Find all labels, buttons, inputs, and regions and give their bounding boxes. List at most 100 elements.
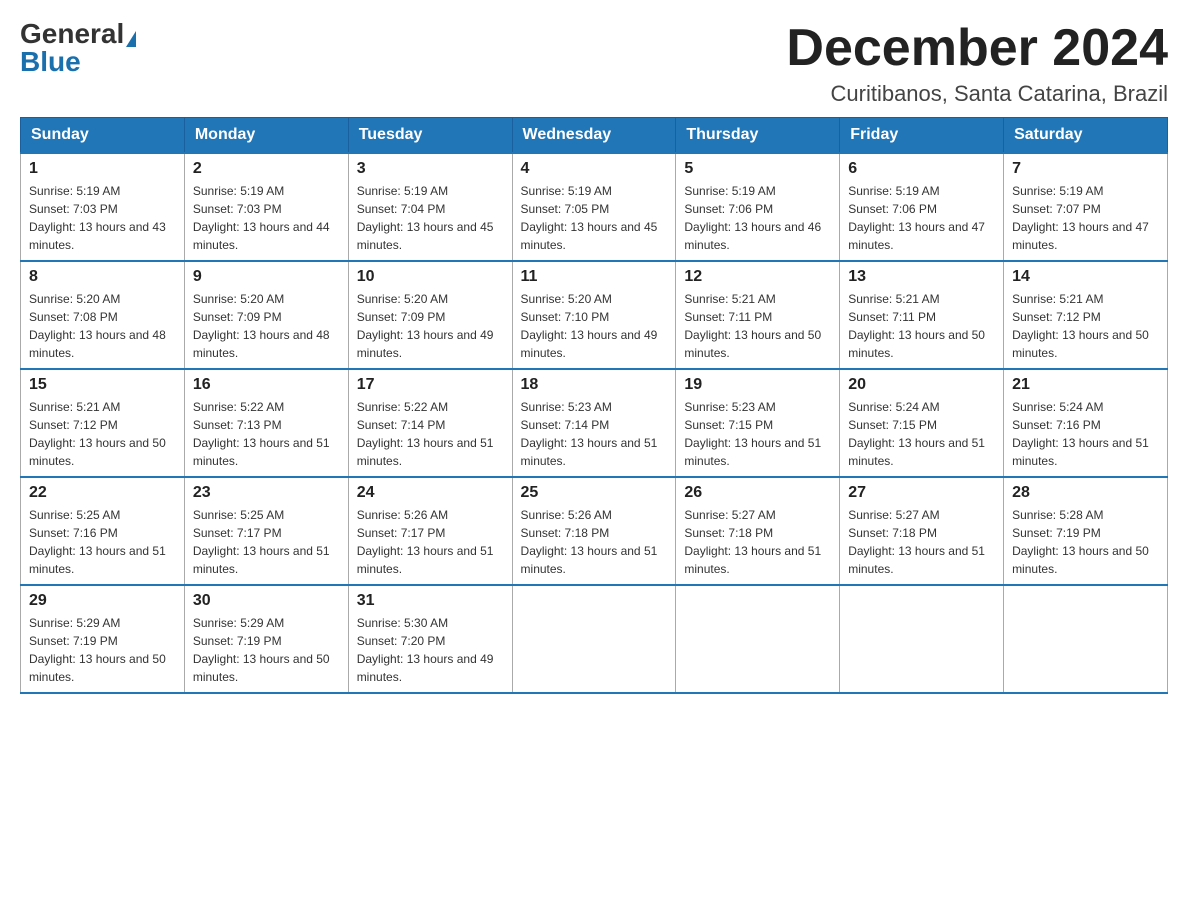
day-number: 12	[684, 268, 831, 286]
day-number: 14	[1012, 268, 1159, 286]
day-info: Sunrise: 5:19 AM Sunset: 7:06 PM Dayligh…	[848, 182, 995, 254]
day-number: 7	[1012, 160, 1159, 178]
day-number: 19	[684, 376, 831, 394]
week-row-1: 1 Sunrise: 5:19 AM Sunset: 7:03 PM Dayli…	[21, 153, 1168, 261]
calendar-cell: 29 Sunrise: 5:29 AM Sunset: 7:19 PM Dayl…	[21, 585, 185, 693]
sunrise-label: Sunrise: 5:19 AM	[848, 184, 939, 198]
calendar-cell	[840, 585, 1004, 693]
logo: General Blue	[20, 20, 136, 76]
sunset-label: Sunset: 7:15 PM	[684, 418, 773, 432]
sunset-label: Sunset: 7:03 PM	[29, 202, 118, 216]
day-info: Sunrise: 5:19 AM Sunset: 7:05 PM Dayligh…	[521, 182, 668, 254]
sunrise-label: Sunrise: 5:23 AM	[684, 400, 775, 414]
daylight-label: Daylight: 13 hours and 51 minutes.	[193, 436, 330, 468]
calendar-cell: 13 Sunrise: 5:21 AM Sunset: 7:11 PM Dayl…	[840, 261, 1004, 369]
day-info: Sunrise: 5:29 AM Sunset: 7:19 PM Dayligh…	[193, 614, 340, 686]
sunset-label: Sunset: 7:15 PM	[848, 418, 937, 432]
sunset-label: Sunset: 7:05 PM	[521, 202, 610, 216]
calendar-cell: 15 Sunrise: 5:21 AM Sunset: 7:12 PM Dayl…	[21, 369, 185, 477]
title-section: December 2024 Curitibanos, Santa Catarin…	[786, 20, 1168, 107]
calendar-cell: 26 Sunrise: 5:27 AM Sunset: 7:18 PM Dayl…	[676, 477, 840, 585]
calendar-cell: 7 Sunrise: 5:19 AM Sunset: 7:07 PM Dayli…	[1004, 153, 1168, 261]
day-info: Sunrise: 5:26 AM Sunset: 7:18 PM Dayligh…	[521, 506, 668, 578]
day-info: Sunrise: 5:21 AM Sunset: 7:12 PM Dayligh…	[1012, 290, 1159, 362]
day-info: Sunrise: 5:21 AM Sunset: 7:11 PM Dayligh…	[684, 290, 831, 362]
header-saturday: Saturday	[1004, 118, 1168, 154]
day-number: 10	[357, 268, 504, 286]
sunset-label: Sunset: 7:18 PM	[521, 526, 610, 540]
daylight-label: Daylight: 13 hours and 51 minutes.	[29, 544, 166, 576]
day-info: Sunrise: 5:19 AM Sunset: 7:07 PM Dayligh…	[1012, 182, 1159, 254]
daylight-label: Daylight: 13 hours and 51 minutes.	[1012, 436, 1149, 468]
day-info: Sunrise: 5:27 AM Sunset: 7:18 PM Dayligh…	[684, 506, 831, 578]
sunset-label: Sunset: 7:12 PM	[29, 418, 118, 432]
sunrise-label: Sunrise: 5:24 AM	[848, 400, 939, 414]
sunset-label: Sunset: 7:19 PM	[29, 634, 118, 648]
calendar-cell: 16 Sunrise: 5:22 AM Sunset: 7:13 PM Dayl…	[184, 369, 348, 477]
sunrise-label: Sunrise: 5:22 AM	[193, 400, 284, 414]
week-row-5: 29 Sunrise: 5:29 AM Sunset: 7:19 PM Dayl…	[21, 585, 1168, 693]
logo-general-line: General	[20, 20, 136, 48]
header-friday: Friday	[840, 118, 1004, 154]
calendar-cell: 31 Sunrise: 5:30 AM Sunset: 7:20 PM Dayl…	[348, 585, 512, 693]
daylight-label: Daylight: 13 hours and 44 minutes.	[193, 220, 330, 252]
day-number: 11	[521, 268, 668, 286]
day-number: 3	[357, 160, 504, 178]
sunset-label: Sunset: 7:11 PM	[848, 310, 936, 324]
day-number: 25	[521, 484, 668, 502]
calendar-cell: 4 Sunrise: 5:19 AM Sunset: 7:05 PM Dayli…	[512, 153, 676, 261]
calendar-cell: 23 Sunrise: 5:25 AM Sunset: 7:17 PM Dayl…	[184, 477, 348, 585]
calendar-cell: 22 Sunrise: 5:25 AM Sunset: 7:16 PM Dayl…	[21, 477, 185, 585]
day-number: 30	[193, 592, 340, 610]
sunset-label: Sunset: 7:10 PM	[521, 310, 610, 324]
calendar-cell: 20 Sunrise: 5:24 AM Sunset: 7:15 PM Dayl…	[840, 369, 1004, 477]
calendar-cell: 5 Sunrise: 5:19 AM Sunset: 7:06 PM Dayli…	[676, 153, 840, 261]
day-number: 21	[1012, 376, 1159, 394]
sunset-label: Sunset: 7:09 PM	[193, 310, 282, 324]
day-info: Sunrise: 5:20 AM Sunset: 7:10 PM Dayligh…	[521, 290, 668, 362]
calendar-cell: 21 Sunrise: 5:24 AM Sunset: 7:16 PM Dayl…	[1004, 369, 1168, 477]
daylight-label: Daylight: 13 hours and 50 minutes.	[684, 328, 821, 360]
day-number: 23	[193, 484, 340, 502]
sunrise-label: Sunrise: 5:24 AM	[1012, 400, 1103, 414]
day-info: Sunrise: 5:21 AM Sunset: 7:12 PM Dayligh…	[29, 398, 176, 470]
calendar-cell: 24 Sunrise: 5:26 AM Sunset: 7:17 PM Dayl…	[348, 477, 512, 585]
calendar-cell: 28 Sunrise: 5:28 AM Sunset: 7:19 PM Dayl…	[1004, 477, 1168, 585]
week-row-4: 22 Sunrise: 5:25 AM Sunset: 7:16 PM Dayl…	[21, 477, 1168, 585]
sunset-label: Sunset: 7:16 PM	[1012, 418, 1101, 432]
sunrise-label: Sunrise: 5:20 AM	[357, 292, 448, 306]
sunset-label: Sunset: 7:16 PM	[29, 526, 118, 540]
location-title: Curitibanos, Santa Catarina, Brazil	[786, 81, 1168, 107]
day-number: 6	[848, 160, 995, 178]
sunset-label: Sunset: 7:08 PM	[29, 310, 118, 324]
sunrise-label: Sunrise: 5:26 AM	[357, 508, 448, 522]
daylight-label: Daylight: 13 hours and 51 minutes.	[521, 544, 658, 576]
daylight-label: Daylight: 13 hours and 51 minutes.	[684, 436, 821, 468]
sunset-label: Sunset: 7:17 PM	[193, 526, 282, 540]
month-title: December 2024	[786, 20, 1168, 77]
day-info: Sunrise: 5:19 AM Sunset: 7:06 PM Dayligh…	[684, 182, 831, 254]
sunset-label: Sunset: 7:14 PM	[357, 418, 446, 432]
daylight-label: Daylight: 13 hours and 45 minutes.	[521, 220, 658, 252]
sunrise-label: Sunrise: 5:20 AM	[521, 292, 612, 306]
calendar-cell	[1004, 585, 1168, 693]
daylight-label: Daylight: 13 hours and 47 minutes.	[1012, 220, 1149, 252]
day-number: 5	[684, 160, 831, 178]
daylight-label: Daylight: 13 hours and 50 minutes.	[1012, 544, 1149, 576]
calendar-cell: 25 Sunrise: 5:26 AM Sunset: 7:18 PM Dayl…	[512, 477, 676, 585]
day-number: 26	[684, 484, 831, 502]
daylight-label: Daylight: 13 hours and 43 minutes.	[29, 220, 166, 252]
calendar-header-row: SundayMondayTuesdayWednesdayThursdayFrid…	[21, 118, 1168, 154]
daylight-label: Daylight: 13 hours and 49 minutes.	[357, 652, 494, 684]
day-number: 28	[1012, 484, 1159, 502]
header-sunday: Sunday	[21, 118, 185, 154]
day-number: 27	[848, 484, 995, 502]
sunset-label: Sunset: 7:14 PM	[521, 418, 610, 432]
sunset-label: Sunset: 7:06 PM	[848, 202, 937, 216]
daylight-label: Daylight: 13 hours and 50 minutes.	[1012, 328, 1149, 360]
calendar-cell: 30 Sunrise: 5:29 AM Sunset: 7:19 PM Dayl…	[184, 585, 348, 693]
daylight-label: Daylight: 13 hours and 49 minutes.	[521, 328, 658, 360]
week-row-2: 8 Sunrise: 5:20 AM Sunset: 7:08 PM Dayli…	[21, 261, 1168, 369]
daylight-label: Daylight: 13 hours and 50 minutes.	[29, 652, 166, 684]
sunrise-label: Sunrise: 5:21 AM	[29, 400, 120, 414]
